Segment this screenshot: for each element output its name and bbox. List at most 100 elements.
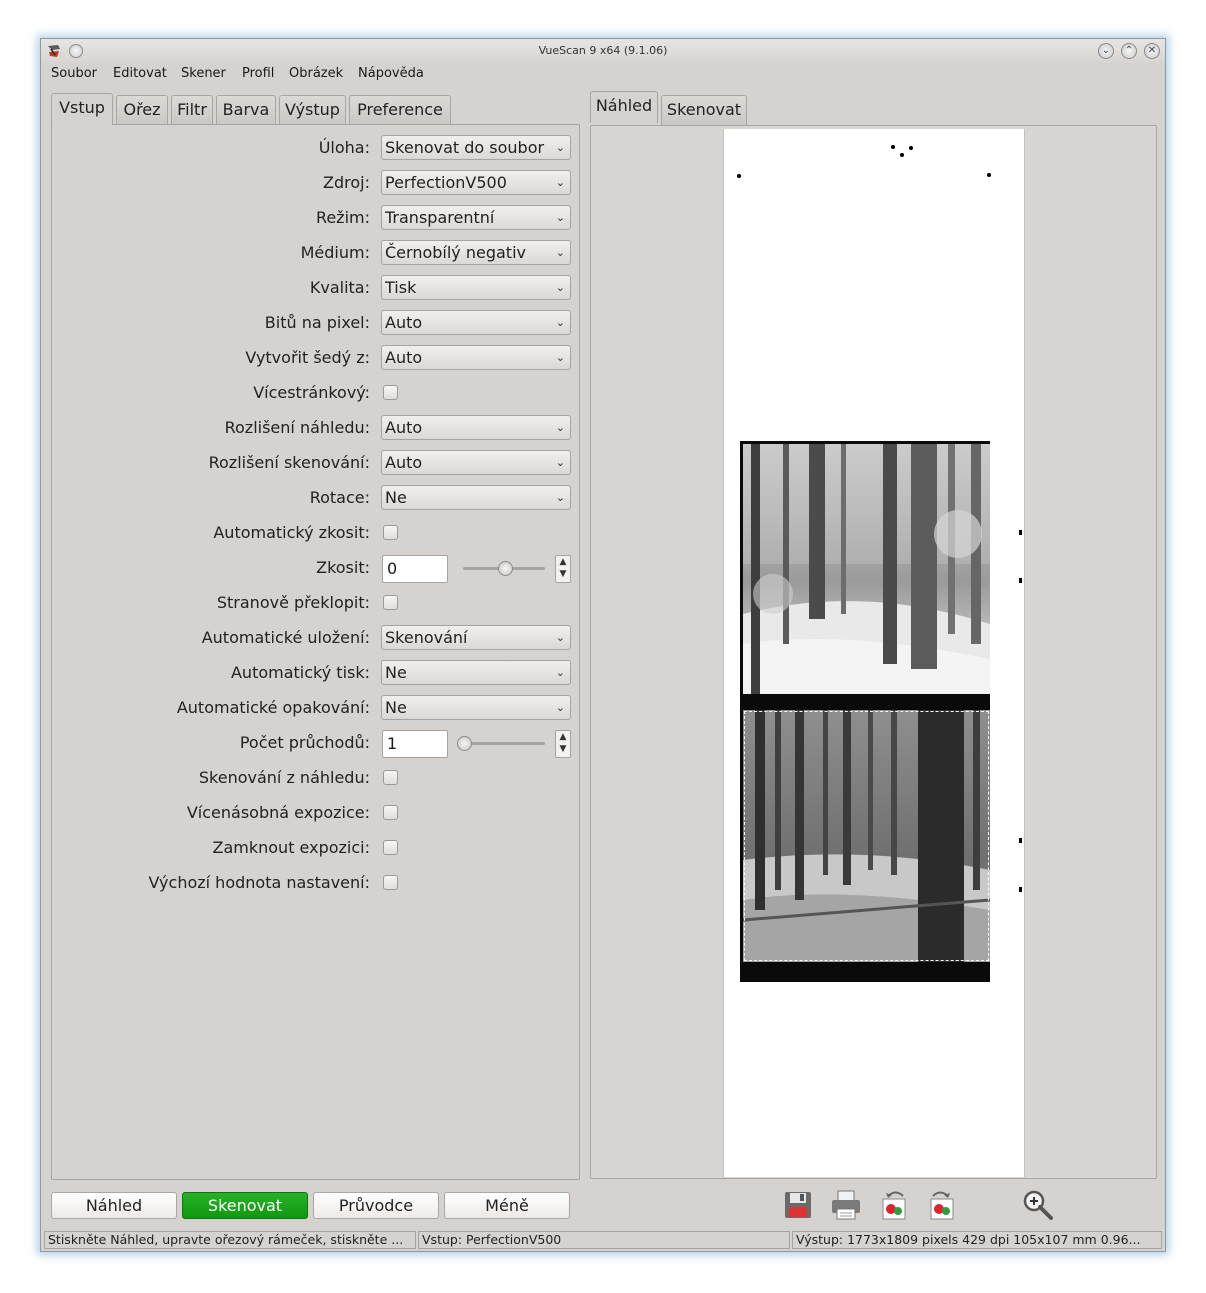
uloha-dropdown[interactable]: Skenovat do soubor ⌄ bbox=[381, 135, 571, 160]
rozliseni-nahledu-label: Rozlišení náhledu: bbox=[224, 418, 370, 437]
menu-skener[interactable]: Skener bbox=[181, 66, 226, 81]
sken-z-nahledu-checkbox[interactable] bbox=[383, 770, 398, 785]
skenovat-button[interactable]: Skenovat bbox=[182, 1192, 308, 1219]
close-icon: ✕ bbox=[1147, 45, 1157, 56]
zkosit-input[interactable]: 0 bbox=[382, 555, 448, 583]
rotate-left-icon[interactable] bbox=[876, 1187, 912, 1223]
auto-tisk-dropdown[interactable]: Ne ⌄ bbox=[381, 660, 571, 685]
kvalita-label: Kvalita: bbox=[309, 278, 370, 297]
rotace-dropdown[interactable]: Ne ⌄ bbox=[381, 485, 571, 510]
menu-soubor[interactable]: Soubor bbox=[51, 66, 97, 81]
chevron-down-icon: ⌄ bbox=[555, 246, 565, 259]
row-rotace: Rotace: Ne ⌄ bbox=[52, 485, 592, 511]
bitu-label: Bitů na pixel: bbox=[264, 313, 370, 332]
kvalita-dropdown[interactable]: Tisk ⌄ bbox=[381, 275, 571, 300]
spin-up-icon[interactable]: ▲ bbox=[556, 556, 570, 568]
rozliseni-nahledu-dropdown[interactable]: Auto ⌄ bbox=[381, 415, 571, 440]
vychozi-checkbox[interactable] bbox=[383, 875, 398, 890]
menu-editovat[interactable]: Editovat bbox=[113, 66, 167, 81]
chevron-down-icon: ⌄ bbox=[555, 211, 565, 224]
pocet-spinner[interactable]: ▲ ▼ bbox=[555, 730, 571, 758]
tab-barva[interactable]: Barva bbox=[216, 95, 276, 125]
vicenasobna-checkbox[interactable] bbox=[383, 805, 398, 820]
rozliseni-skenovani-label: Rozlišení skenování: bbox=[208, 453, 370, 472]
chevron-down-icon: ⌄ bbox=[555, 141, 565, 154]
tab-orez[interactable]: Ořez bbox=[116, 95, 168, 125]
forest-photo-bottom[interactable] bbox=[743, 710, 990, 962]
menu-profil[interactable]: Profil bbox=[242, 66, 274, 81]
forest-photo-bottom-image bbox=[743, 710, 990, 962]
pocet-slider-thumb[interactable] bbox=[457, 736, 472, 751]
dust-spot bbox=[987, 173, 991, 177]
spin-up-icon[interactable]: ▲ bbox=[556, 731, 570, 743]
status-hint: Stiskněte Náhled, upravte ořezový rámeče… bbox=[44, 1231, 416, 1249]
zamknout-checkbox[interactable] bbox=[383, 840, 398, 855]
maximize-button[interactable]: ⌃ bbox=[1121, 43, 1137, 59]
sedy-dropdown[interactable]: Auto ⌄ bbox=[381, 345, 571, 370]
tab-skenovat[interactable]: Skenovat bbox=[661, 95, 747, 125]
maximize-icon: ⌃ bbox=[1124, 45, 1134, 56]
zkosit-label: Zkosit: bbox=[316, 558, 370, 577]
auto-zkosit-checkbox[interactable] bbox=[383, 525, 398, 540]
vicestrankovy-checkbox[interactable] bbox=[383, 385, 398, 400]
chevron-down-icon: ⌄ bbox=[555, 351, 565, 364]
sedy-label: Vytvořit šedý z: bbox=[245, 348, 370, 367]
tab-vystup[interactable]: Výstup bbox=[279, 95, 346, 125]
auto-zkosit-label: Automatický zkosit: bbox=[213, 523, 370, 542]
dust-spot bbox=[900, 153, 904, 157]
app-window: VueScan 9 x64 (9.1.06) ⌄ ⌃ ✕ Soubor Edit… bbox=[40, 38, 1166, 1252]
zdroj-dropdown[interactable]: PerfectionV500 ⌄ bbox=[381, 170, 571, 195]
row-kvalita: Kvalita: Tisk ⌄ bbox=[52, 275, 592, 301]
forest-photo-top-image bbox=[743, 444, 990, 694]
mene-button[interactable]: Méně bbox=[444, 1192, 570, 1219]
nahled-button[interactable]: Náhled bbox=[51, 1192, 177, 1219]
tab-preference[interactable]: Preference bbox=[349, 95, 451, 125]
row-vicestrankovy: Vícestránkový: bbox=[52, 380, 592, 406]
auto-ulozeni-dropdown[interactable]: Skenování ⌄ bbox=[381, 625, 571, 650]
tab-filtr[interactable]: Filtr bbox=[171, 95, 213, 125]
tab-nahled[interactable]: Náhled bbox=[590, 91, 658, 123]
auto-opakovani-dropdown[interactable]: Ne ⌄ bbox=[381, 695, 571, 720]
pocet-label: Počet průchodů: bbox=[239, 733, 370, 752]
forest-photo-top[interactable] bbox=[743, 444, 990, 694]
row-sedy: Vytvořit šedý z: Auto ⌄ bbox=[52, 345, 592, 371]
status-output: Výstup: 1773x1809 pixels 429 dpi 105x107… bbox=[792, 1231, 1162, 1249]
uloha-value: Skenovat do soubor bbox=[385, 138, 545, 157]
menu-napoveda[interactable]: Nápověda bbox=[358, 66, 424, 81]
rozliseni-skenovani-dropdown[interactable]: Auto ⌄ bbox=[381, 450, 571, 475]
menu-obrazek[interactable]: Obrázek bbox=[289, 66, 343, 81]
chevron-down-icon: ⌄ bbox=[555, 491, 565, 504]
close-button[interactable]: ✕ bbox=[1144, 43, 1160, 59]
auto-tisk-label: Automatický tisk: bbox=[230, 663, 370, 682]
rotate-right-icon[interactable] bbox=[924, 1187, 960, 1223]
edge-mark bbox=[1019, 578, 1022, 583]
dust-spot bbox=[909, 146, 913, 150]
bitu-dropdown[interactable]: Auto ⌄ bbox=[381, 310, 571, 335]
zkosit-slider-thumb[interactable] bbox=[498, 561, 513, 576]
dust-spot bbox=[891, 145, 895, 149]
spin-down-icon[interactable]: ▼ bbox=[556, 743, 570, 755]
spin-down-icon[interactable]: ▼ bbox=[556, 568, 570, 580]
auto-tisk-value: Ne bbox=[385, 663, 407, 682]
pruvodce-button[interactable]: Průvodce bbox=[313, 1192, 439, 1219]
chevron-down-icon: ⌄ bbox=[555, 176, 565, 189]
pocet-input[interactable]: 1 bbox=[382, 730, 448, 758]
zdroj-label: Zdroj: bbox=[323, 173, 370, 192]
save-icon[interactable] bbox=[780, 1187, 816, 1223]
status-input: Vstup: PerfectionV500 bbox=[418, 1231, 790, 1249]
zkosit-spinner[interactable]: ▲ ▼ bbox=[555, 555, 571, 583]
rezim-dropdown[interactable]: Transparentní ⌄ bbox=[381, 205, 571, 230]
medium-dropdown[interactable]: Černobílý negativ ⌄ bbox=[381, 240, 571, 265]
print-icon[interactable] bbox=[828, 1187, 864, 1223]
preview-canvas[interactable] bbox=[723, 129, 1025, 1177]
dust-spot bbox=[737, 174, 741, 178]
zoom-in-icon[interactable] bbox=[1020, 1187, 1056, 1223]
row-auto-tisk: Automatický tisk: Ne ⌄ bbox=[52, 660, 592, 686]
tab-vstup[interactable]: Vstup bbox=[51, 93, 113, 125]
zdroj-value: PerfectionV500 bbox=[385, 173, 507, 192]
rotace-value: Ne bbox=[385, 488, 407, 507]
minimize-button[interactable]: ⌄ bbox=[1098, 43, 1114, 59]
stranove-checkbox[interactable] bbox=[383, 595, 398, 610]
row-rezim: Režim: Transparentní ⌄ bbox=[52, 205, 592, 231]
pocet-slider-track[interactable] bbox=[463, 742, 545, 745]
